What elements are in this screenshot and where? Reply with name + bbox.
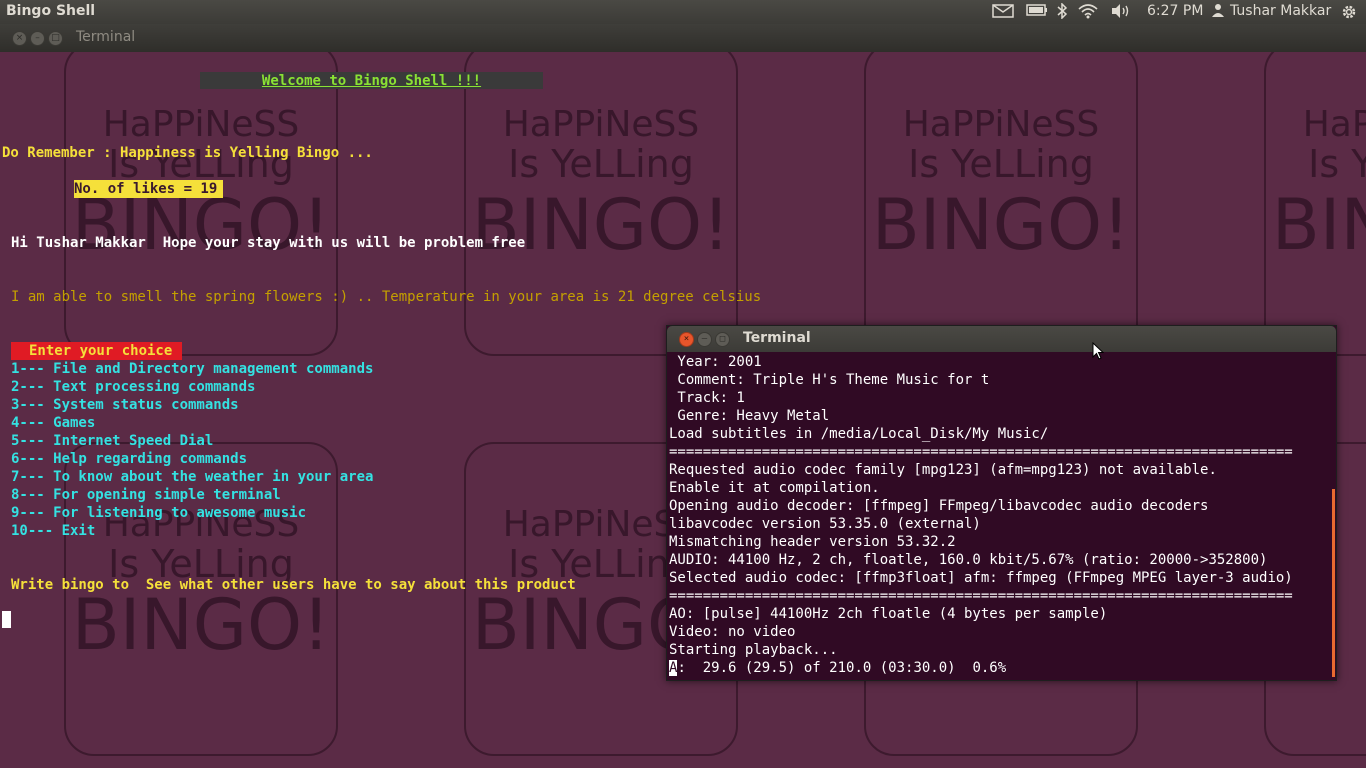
output-line: AO: [pulse] 44100Hz 2ch floatle (4 bytes… xyxy=(669,606,1108,622)
output-line: Genre: Heavy Metal xyxy=(669,408,830,424)
output-line: Opening audio decoder: [ffmpeg] FFmpeg/l… xyxy=(669,498,1209,514)
wallpaper-tile: HaPPiNeSS Is YeLLing BINGO! xyxy=(1264,52,1366,356)
music-terminal-title: Terminal xyxy=(743,330,811,346)
likes-badge: No. of likes = 19 xyxy=(74,180,224,198)
choice-prompt: Enter your choice xyxy=(11,342,183,360)
menu-item-1: 1--- File and Directory management comma… xyxy=(11,361,374,377)
output-line: libavcodec version 53.35.0 (external) xyxy=(669,516,981,532)
output-line: Selected audio codec: [ffmp3float] afm: … xyxy=(669,570,1293,586)
output-line: ========================================… xyxy=(669,444,1293,460)
output-line: Starting playback... xyxy=(669,642,838,658)
wifi-icon[interactable] xyxy=(1077,3,1099,19)
mouse-pointer-icon xyxy=(1092,341,1105,364)
menu-item-7: 7--- To know about the weather in your a… xyxy=(11,469,374,485)
wallpaper-tile: HaPPiNeSS Is YeLLing BINGO! xyxy=(464,52,738,356)
output-line: Track: 1 xyxy=(669,390,745,406)
wallpaper-tile: HaPPiNeSS Is YeLLing BINGO! xyxy=(64,52,338,356)
maximize-icon[interactable]: □ xyxy=(715,332,730,347)
output-line: Enable it at compilation. xyxy=(669,480,880,496)
output-line: Mismatching header version 53.32.2 xyxy=(669,534,956,550)
cursor xyxy=(2,611,11,628)
mail-icon[interactable] xyxy=(992,3,1014,19)
clock[interactable]: 6:27 PM xyxy=(1147,3,1203,19)
output-line: Load subtitles in /media/Local_Disk/My M… xyxy=(669,426,1049,442)
battery-icon[interactable] xyxy=(1026,3,1048,17)
music-terminal-output[interactable]: Year: 2001 Comment: Triple H's Theme Mus… xyxy=(669,353,1333,678)
output-line: Video: no video xyxy=(669,624,796,640)
music-terminal-title-bar[interactable]: × – □ Terminal xyxy=(667,326,1336,352)
close-icon[interactable]: × xyxy=(12,31,27,46)
menu-item-10: 10--- Exit xyxy=(11,523,96,539)
user-name[interactable]: Tushar Makkar xyxy=(1230,3,1331,19)
volume-icon[interactable] xyxy=(1110,3,1132,19)
window-title: Terminal xyxy=(76,29,136,45)
app-name: Bingo Shell xyxy=(6,3,96,19)
close-icon[interactable]: × xyxy=(679,332,694,347)
music-terminal-window[interactable]: × – □ Terminal Year: 2001 Comment: Tripl… xyxy=(666,325,1337,681)
menu-item-6: 6--- Help regarding commands xyxy=(11,451,248,467)
user-icon[interactable] xyxy=(1212,3,1224,17)
main-title-bar: × – □ Terminal xyxy=(0,24,1366,52)
playback-status-line: A: 29.6 (29.5) of 210.0 (03:30.0) 0.6% xyxy=(669,659,1333,677)
weather-text: I am able to smell the spring flowers :)… xyxy=(11,289,762,305)
welcome-banner: Welcome to Bingo Shell !!! xyxy=(200,72,543,89)
output-line: Comment: Triple H's Theme Music for t xyxy=(669,372,990,388)
maximize-icon[interactable]: □ xyxy=(48,31,63,46)
menu-item-5: 5--- Internet Speed Dial xyxy=(11,433,214,449)
footer-text: Write bingo to See what other users have… xyxy=(11,577,576,593)
playback-status: : 29.6 (29.5) of 210.0 (03:30.0) 0.6% xyxy=(677,660,1007,676)
menu-item-2: 2--- Text processing commands xyxy=(11,379,256,395)
top-panel: Bingo Shell 6:27 PM Tushar Makkar xyxy=(0,0,1366,24)
remember-text: Do Remember : Happiness is Yelling Bingo… xyxy=(2,145,373,161)
output-line: ========================================… xyxy=(669,588,1293,604)
output-line: Requested audio codec family [mpg123] (a… xyxy=(669,462,1217,478)
menu-item-3: 3--- System status commands xyxy=(11,397,239,413)
gear-icon[interactable] xyxy=(1340,3,1358,21)
scrollbar[interactable] xyxy=(1332,489,1335,677)
greeting-text: Hi Tushar Makkar Hope your stay with us … xyxy=(11,235,526,251)
output-line: AUDIO: 44100 Hz, 2 ch, floatle, 160.0 kb… xyxy=(669,552,1268,568)
menu-item-9: 9--- For listening to awesome music xyxy=(11,505,307,521)
menu-item-8: 8--- For opening simple terminal xyxy=(11,487,281,503)
wallpaper-tile: HaPPiNeSS Is YeLLing BINGO! xyxy=(864,52,1138,356)
minimize-icon[interactable]: – xyxy=(697,332,712,347)
menu-item-4: 4--- Games xyxy=(11,415,96,431)
output-line: Year: 2001 xyxy=(669,354,762,370)
minimize-icon[interactable]: – xyxy=(30,31,45,46)
bluetooth-icon[interactable] xyxy=(1056,3,1068,19)
